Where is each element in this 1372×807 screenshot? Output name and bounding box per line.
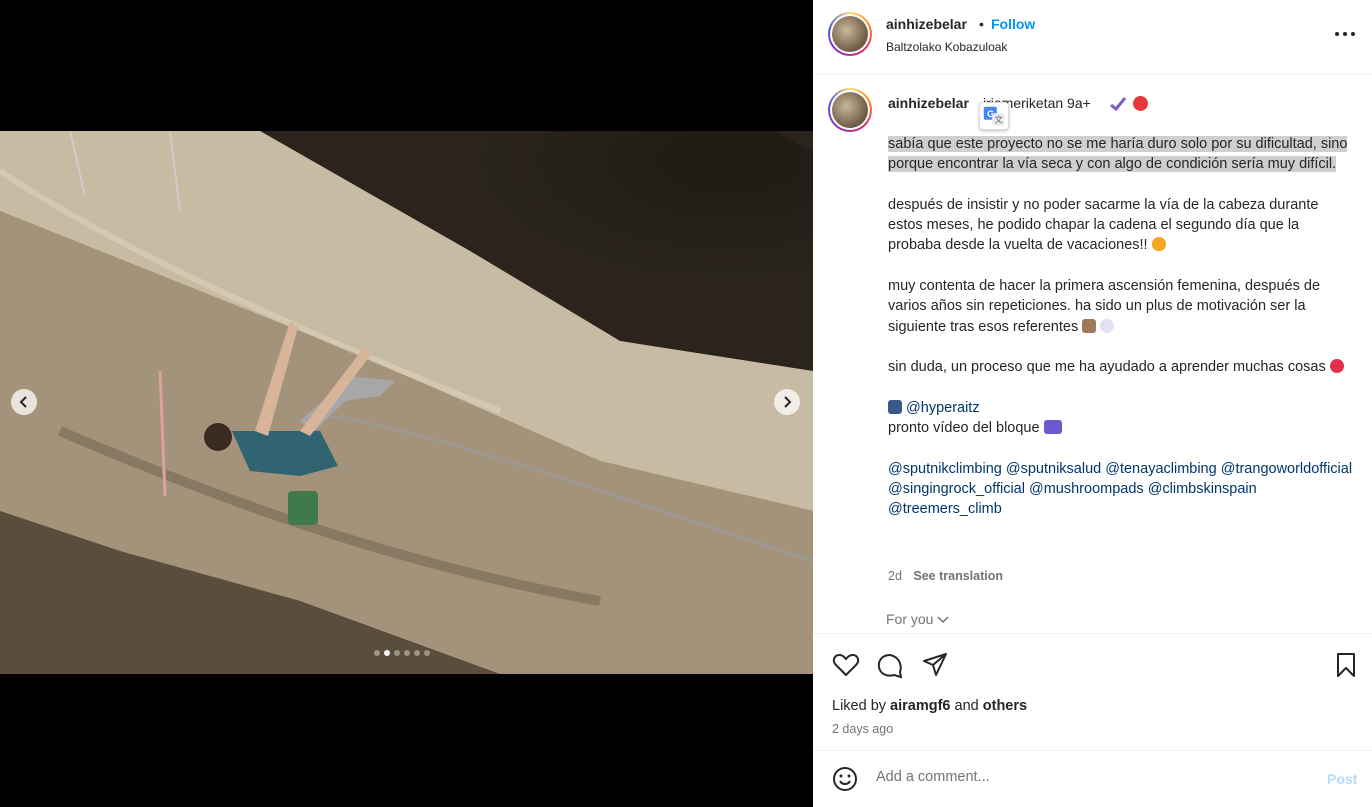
carousel-next-button[interactable] [774, 389, 800, 415]
carousel-dots [374, 650, 430, 656]
post-time: 2 days ago [832, 722, 894, 736]
post-actions: Liked by airamgf6 and others 2 days ago [813, 633, 1372, 751]
caption-line: pronto vídeo del bloque [888, 420, 1040, 437]
comment-icon[interactable] [876, 651, 904, 679]
post-panel: ainhizebelar • Follow Baltzolako Kobazul… [813, 0, 1372, 807]
praying-hands-icon [1082, 318, 1097, 333]
liked-by-user[interactable]: airamgf6 [890, 698, 950, 714]
for-you-label: For you [886, 611, 934, 627]
comment-input[interactable] [876, 769, 1306, 785]
mention-link[interactable]: @sputniksalud [1006, 461, 1101, 477]
author-username[interactable]: ainhizebelar [886, 16, 967, 32]
bookmark-icon[interactable] [1332, 651, 1360, 679]
caption-tags: @sputnikclimbing @sputniksalud @tenayacl… [888, 459, 1353, 520]
mention-link[interactable]: @singingrock_official [888, 481, 1025, 497]
carousel-dot [424, 650, 430, 656]
caption-avatar[interactable] [828, 88, 872, 132]
carousel-dot [374, 650, 380, 656]
mention-link[interactable]: @climbskinspain [1148, 481, 1257, 497]
caption-paragraph-highlighted: sabía que este proyecto no se me haría d… [888, 136, 1348, 173]
mention-link[interactable]: @treemers_climb [888, 501, 1002, 517]
carousel-dot-active [384, 650, 390, 656]
carousel-prev-button[interactable] [11, 389, 37, 415]
thought-balloon-icon [1100, 318, 1115, 333]
liked-by-others[interactable]: others [983, 698, 1027, 714]
carousel-dot [394, 650, 400, 656]
author-avatar[interactable] [828, 12, 872, 56]
caption-text: sabía que este proyecto no se me haría d… [888, 134, 1353, 520]
svg-text:文: 文 [994, 115, 1003, 125]
chevron-right-icon [784, 396, 792, 408]
check-mark-icon [1110, 97, 1127, 112]
post-comment-button[interactable]: Post [1327, 771, 1357, 787]
climbing-photo [0, 131, 813, 674]
chevron-left-icon [19, 396, 27, 408]
see-translation-link[interactable]: See translation [913, 569, 1003, 583]
liked-by-and: and [954, 698, 979, 714]
chevron-down-icon [937, 616, 949, 624]
carousel-dot [414, 650, 420, 656]
mention-link[interactable]: @trangoworldofficial [1221, 461, 1352, 477]
liked-by-prefix: Liked by [832, 698, 887, 714]
media-viewer [0, 0, 813, 807]
fire-icon [1151, 237, 1166, 252]
heart-emoji-icon [1329, 359, 1344, 374]
caption-username[interactable]: ainhizebelar [888, 95, 969, 111]
film-frames-icon [888, 399, 902, 414]
header-separator: • [979, 16, 984, 32]
post-photo[interactable] [0, 131, 813, 674]
heart-icon[interactable] [832, 651, 860, 679]
post-header: ainhizebelar • Follow Baltzolako Kobazul… [813, 0, 1372, 75]
caption-section: ainhizebelar iriemeriketan 9a+ G 文 sabía… [813, 76, 1372, 633]
caption-age: 2d [888, 569, 902, 583]
mention-link[interactable]: @hyperaitz [906, 400, 980, 416]
caption-meta: 2d See translation [888, 569, 1003, 583]
soon-arrow-icon [1043, 420, 1062, 435]
for-you-dropdown[interactable]: For you [886, 611, 949, 627]
follow-button[interactable]: Follow [991, 16, 1035, 32]
add-comment-bar: Post [813, 752, 1372, 807]
caption-paragraph: después de insistir y no poder sacarme l… [888, 196, 1319, 254]
post-location[interactable]: Baltzolako Kobazuloak [886, 40, 1007, 54]
emoji-icon[interactable] [832, 766, 858, 792]
mention-link[interactable]: @tenayaclimbing [1105, 461, 1216, 477]
mention-link[interactable]: @sputnikclimbing [888, 461, 1002, 477]
share-icon[interactable] [921, 651, 949, 679]
carousel-dot [404, 650, 410, 656]
google-translate-icon[interactable]: G 文 [979, 102, 1009, 130]
more-horizontal-icon[interactable] [1333, 26, 1357, 42]
likes-summary: Liked by airamgf6 and others [832, 698, 1027, 714]
red-circle-icon [1133, 96, 1148, 111]
mention-link[interactable]: @mushroompads [1029, 481, 1144, 497]
caption-paragraph: sin duda, un proceso que me ha ayudado a… [888, 359, 1326, 376]
